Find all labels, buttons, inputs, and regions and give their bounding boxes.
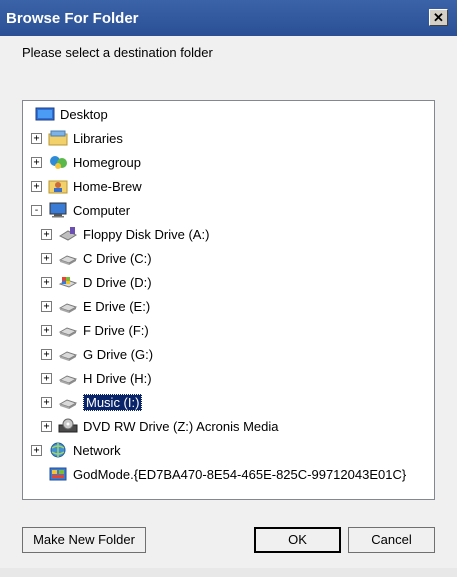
homegroup-icon [48,154,68,170]
tree-item[interactable]: + H Drive (H:) [41,367,152,389]
expand-toggle[interactable]: + [31,156,42,168]
computer-icon [48,202,68,218]
tree-item[interactable]: + Home-Brew [31,175,142,197]
expand-toggle[interactable]: + [31,180,42,192]
tree-item-label: GodMode.{ED7BA470-8E54-465E-825C-9971204… [73,466,407,482]
tree-item[interactable]: + Music (I:) [41,391,143,413]
network-icon [48,442,68,458]
tree-item-label: E Drive (E:) [83,298,151,314]
expand-toggle[interactable]: + [41,420,52,432]
drive-icon [58,370,78,386]
window-title: Browse For Folder [6,10,139,27]
tree-item[interactable]: + F Drive (F:) [41,319,149,341]
expand-toggle[interactable]: + [41,228,52,240]
make-new-folder-button[interactable]: Make New Folder [22,527,146,553]
libraries-icon [48,130,68,146]
tree-item[interactable]: + G Drive (G:) [41,343,153,365]
drive-icon [58,250,78,266]
desktop-icon [35,106,55,122]
tree-item[interactable]: + D Drive (D:) [41,271,152,293]
tree-item[interactable]: + C Drive (C:) [41,247,152,269]
ok-button[interactable]: OK [254,527,341,553]
folder-tree[interactable]: Desktop + Libraries + Homegroup + Home-Brew - Co… [22,100,435,500]
expand-toggle[interactable]: + [41,324,52,336]
tree-item-label: Home-Brew [73,178,142,194]
tree-item[interactable]: + Libraries [31,127,123,149]
expand-toggle[interactable]: + [41,300,52,312]
selected-item-label: Music (I:) [83,393,143,411]
close-button[interactable]: ✕ [429,9,448,26]
tree-item[interactable]: Desktop [35,103,108,125]
tree-item-label: Homegroup [73,154,141,170]
tree-item-label: Libraries [73,130,123,146]
expand-toggle[interactable]: + [41,348,52,360]
tree-item[interactable]: + Homegroup [31,151,141,173]
expand-toggle[interactable]: + [41,252,52,264]
dvd-drive-icon [58,418,78,434]
bottom-edge [0,568,457,577]
tree-item[interactable]: GodMode.{ED7BA470-8E54-465E-825C-9971204… [31,463,406,485]
system-drive-icon [58,274,78,290]
tree-item[interactable]: + DVD RW Drive (Z:) Acronis Media [41,415,279,437]
expand-toggle[interactable]: + [41,276,52,288]
tree-item-label: Computer [73,202,131,218]
tree-item-label: F Drive (F:) [83,322,149,338]
drive-icon [58,322,78,338]
close-icon: ✕ [433,10,444,25]
tree-item[interactable]: + Network [31,439,121,461]
expand-toggle[interactable]: + [41,372,52,384]
tree-item[interactable]: + E Drive (E:) [41,295,150,317]
title-bar[interactable]: Browse For Folder ✕ [0,0,457,36]
tree-item-label: Network [73,442,121,458]
cancel-button[interactable]: Cancel [348,527,435,553]
tree-item-label: D Drive (D:) [83,274,152,290]
tree-item-label: Desktop [60,106,108,122]
drive-icon [58,298,78,314]
expand-toggle[interactable]: + [41,396,52,408]
tree-item-label: H Drive (H:) [83,370,152,386]
tree-item-label: G Drive (G:) [83,346,154,362]
drive-icon [58,346,78,362]
tree-item-label: C Drive (C:) [83,250,152,266]
tree-item-label: Floppy Disk Drive (A:) [83,226,210,242]
control-panel-icon [48,466,68,482]
tree-item[interactable]: - Computer [31,199,130,221]
collapse-toggle[interactable]: - [31,204,42,216]
expand-toggle[interactable]: + [31,132,42,144]
user-folder-icon [48,178,68,194]
expand-toggle[interactable]: + [31,444,42,456]
prompt-text: Please select a destination folder [22,45,213,60]
floppy-icon [58,226,78,242]
tree-item-label: DVD RW Drive (Z:) Acronis Media [83,418,279,434]
tree-item[interactable]: + Floppy Disk Drive (A:) [41,223,209,245]
drive-icon [58,394,78,410]
